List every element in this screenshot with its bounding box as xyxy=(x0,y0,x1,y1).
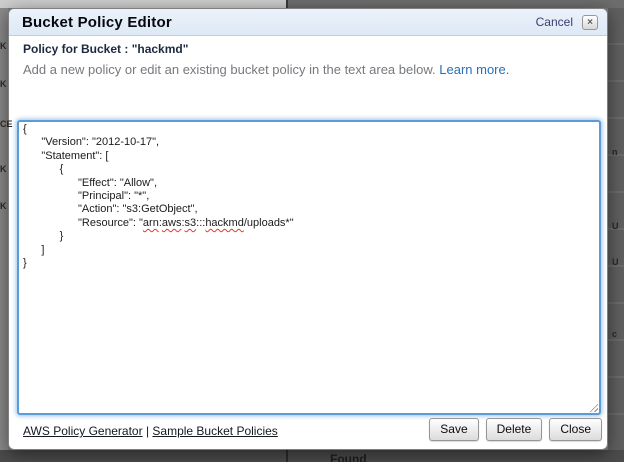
policy-json-text: { "Version": "2012-10-17", "Statement": … xyxy=(23,123,595,270)
close-button[interactable]: Close xyxy=(549,418,602,441)
backdrop-top-divider xyxy=(286,0,288,8)
backdrop-bottom-strip xyxy=(0,450,624,462)
dialog-title: Bucket Policy Editor xyxy=(22,14,536,31)
description-text: Add a new policy or edit an existing buc… xyxy=(23,62,509,77)
learn-more-link[interactable]: Learn more. xyxy=(439,62,509,77)
backdrop-left-strip xyxy=(0,8,8,452)
backdrop-text-fragment: Found xyxy=(330,452,367,462)
policy-for-bucket-label: Policy for Bucket : "hackmd" xyxy=(23,42,188,56)
backdrop-right-fragment: c xyxy=(612,330,617,339)
aws-policy-generator-link[interactable]: AWS Policy Generator xyxy=(23,424,143,438)
backdrop-left-fragment: K xyxy=(0,80,7,89)
backdrop-top-left xyxy=(0,0,286,8)
link-separator: | xyxy=(143,424,153,438)
backdrop-top-right xyxy=(288,0,624,8)
backdrop-left-fragment: K xyxy=(0,165,7,174)
cancel-link[interactable]: Cancel xyxy=(536,15,573,29)
footer-buttons: Save Delete Close xyxy=(429,418,602,441)
dialog-header: Bucket Policy Editor Cancel × xyxy=(9,9,607,36)
footer-links: AWS Policy Generator | Sample Bucket Pol… xyxy=(23,424,278,438)
delete-button[interactable]: Delete xyxy=(486,418,543,441)
backdrop-right-fragment: U xyxy=(612,222,619,231)
backdrop-right-fragment: U xyxy=(612,258,619,267)
screen: Found Bucket Policy Editor Cancel × Poli… xyxy=(0,0,624,462)
backdrop-left-fragment: K xyxy=(0,42,7,51)
sample-bucket-policies-link[interactable]: Sample Bucket Policies xyxy=(152,424,277,438)
resize-handle-icon[interactable] xyxy=(587,401,598,412)
backdrop-left-fragment: CE xyxy=(0,120,13,129)
close-icon[interactable]: × xyxy=(582,15,598,30)
backdrop-right-fragment: n xyxy=(612,148,618,157)
policy-textarea[interactable]: { "Version": "2012-10-17", "Statement": … xyxy=(17,120,601,415)
backdrop-left-fragment: K xyxy=(0,202,7,211)
backdrop-bottom-divider xyxy=(286,450,288,462)
save-button[interactable]: Save xyxy=(429,418,478,441)
bucket-policy-editor-dialog: Bucket Policy Editor Cancel × Policy for… xyxy=(8,8,608,450)
description-body: Add a new policy or edit an existing buc… xyxy=(23,62,439,77)
